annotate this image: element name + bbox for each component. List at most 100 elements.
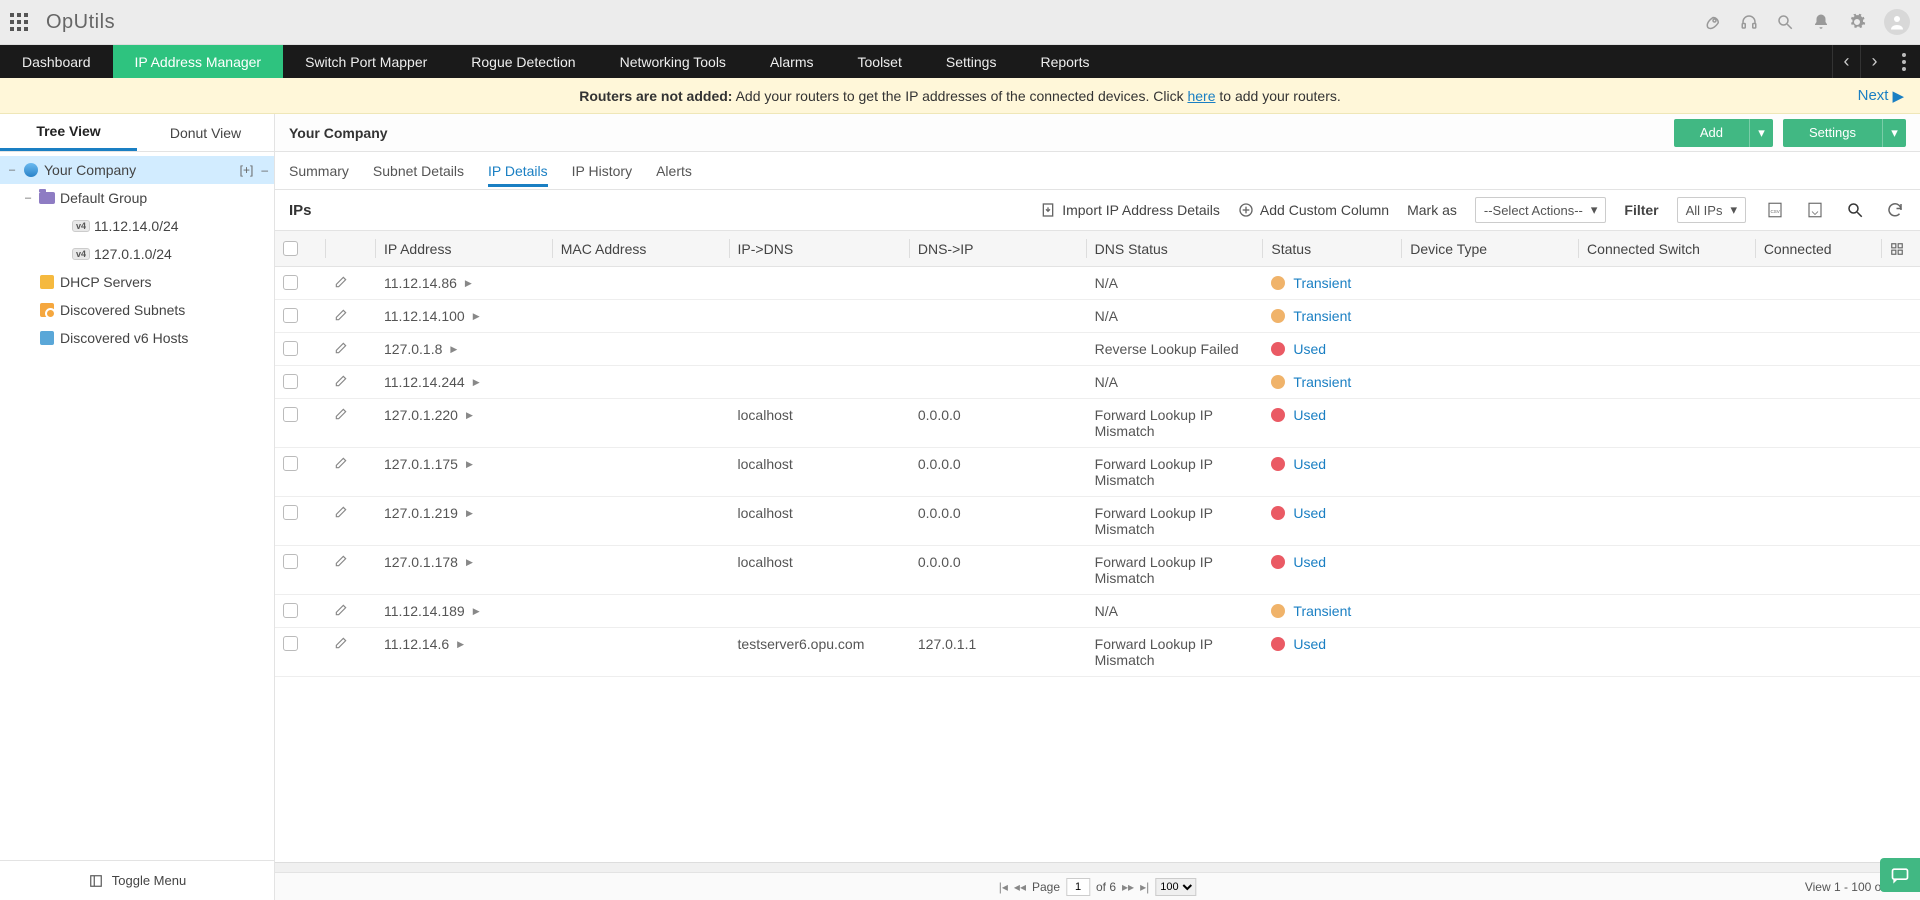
nav-item-reports[interactable]: Reports: [1018, 45, 1111, 78]
chat-fab-icon[interactable]: [1880, 858, 1920, 892]
nav-item-settings[interactable]: Settings: [924, 45, 1019, 78]
row-checkbox[interactable]: [283, 636, 298, 651]
gear-icon[interactable]: [1848, 13, 1866, 31]
nav-more-icon[interactable]: [1888, 45, 1920, 78]
column-header[interactable]: MAC Address: [553, 231, 730, 267]
settings-button[interactable]: Settings: [1783, 119, 1882, 147]
pager-size-select[interactable]: 100: [1155, 878, 1196, 896]
tree-item[interactable]: DHCP Servers: [0, 268, 274, 296]
tree-action[interactable]: [+]: [240, 163, 254, 177]
user-avatar[interactable]: [1884, 9, 1910, 35]
column-header[interactable]: IP Address: [376, 231, 553, 267]
pager-last-icon[interactable]: ▸|: [1140, 880, 1149, 894]
nav-item-switch-port-mapper[interactable]: Switch Port Mapper: [283, 45, 449, 78]
row-checkbox[interactable]: [283, 505, 298, 520]
tab-donut-view[interactable]: Donut View: [137, 114, 274, 151]
edit-icon[interactable]: [334, 374, 369, 388]
export-csv-icon[interactable]: CSV: [1764, 199, 1786, 221]
select-actions-dropdown[interactable]: --Select Actions--▾: [1475, 197, 1607, 223]
add-column-button[interactable]: Add Custom Column: [1238, 202, 1389, 218]
subtab-summary[interactable]: Summary: [289, 155, 349, 187]
notice-link[interactable]: here: [1187, 88, 1215, 104]
status-link[interactable]: Used: [1293, 341, 1326, 357]
search-icon[interactable]: [1776, 13, 1794, 31]
status-link[interactable]: Transient: [1293, 275, 1351, 291]
row-checkbox[interactable]: [283, 407, 298, 422]
column-header[interactable]: DNS->IP: [910, 231, 1087, 267]
nav-item-dashboard[interactable]: Dashboard: [0, 45, 113, 78]
column-header[interactable]: DNS Status: [1087, 231, 1264, 267]
bell-icon[interactable]: [1812, 13, 1830, 31]
column-header[interactable]: IP->DNS: [730, 231, 910, 267]
nav-prev-icon[interactable]: ‹: [1832, 45, 1860, 78]
subtab-alerts[interactable]: Alerts: [656, 155, 692, 187]
tree-item[interactable]: Discovered v6 Hosts: [0, 324, 274, 352]
row-checkbox[interactable]: [283, 554, 298, 569]
export-pdf-icon[interactable]: [1804, 199, 1826, 221]
row-checkbox[interactable]: [283, 603, 298, 618]
rocket-icon[interactable]: [1704, 13, 1722, 31]
nav-item-toolset[interactable]: Toolset: [836, 45, 924, 78]
status-link[interactable]: Used: [1293, 505, 1326, 521]
column-header[interactable]: Device Type: [1402, 231, 1579, 267]
tree-toggle-icon[interactable]: –: [22, 192, 34, 204]
status-link[interactable]: Used: [1293, 554, 1326, 570]
edit-icon[interactable]: [334, 505, 369, 519]
horizontal-scrollbar[interactable]: [275, 862, 1920, 872]
ip-cell[interactable]: 127.0.1.220▶: [384, 407, 545, 423]
toggle-menu-button[interactable]: Toggle Menu: [0, 860, 274, 900]
ip-cell[interactable]: 127.0.1.178▶: [384, 554, 545, 570]
edit-icon[interactable]: [334, 407, 369, 421]
column-header[interactable]: Status: [1263, 231, 1402, 267]
pager-first-icon[interactable]: |◂: [999, 880, 1008, 894]
row-checkbox[interactable]: [283, 275, 298, 290]
table-search-icon[interactable]: [1844, 199, 1866, 221]
row-checkbox[interactable]: [283, 308, 298, 323]
notice-next-button[interactable]: Next▶: [1858, 87, 1904, 105]
row-checkbox[interactable]: [283, 456, 298, 471]
edit-icon[interactable]: [334, 456, 369, 470]
edit-icon[interactable]: [334, 341, 369, 355]
tree-item[interactable]: Discovered Subnets: [0, 296, 274, 324]
column-settings-icon[interactable]: [1882, 231, 1920, 267]
edit-icon[interactable]: [334, 636, 369, 650]
status-link[interactable]: Transient: [1293, 308, 1351, 324]
subtab-ip-details[interactable]: IP Details: [488, 155, 548, 187]
status-link[interactable]: Used: [1293, 407, 1326, 423]
ip-cell[interactable]: 127.0.1.8▶: [384, 341, 545, 357]
nav-item-ip-address-manager[interactable]: IP Address Manager: [113, 45, 284, 78]
refresh-icon[interactable]: [1884, 199, 1906, 221]
row-checkbox[interactable]: [283, 341, 298, 356]
edit-icon[interactable]: [334, 603, 369, 617]
ip-cell[interactable]: 11.12.14.86▶: [384, 275, 545, 291]
add-button[interactable]: Add: [1674, 119, 1749, 147]
nav-item-rogue-detection[interactable]: Rogue Detection: [449, 45, 597, 78]
ip-cell[interactable]: 11.12.14.189▶: [384, 603, 545, 619]
pager-next-icon[interactable]: ▸▸: [1122, 880, 1134, 894]
tree-item[interactable]: –Your Company[+]–: [0, 156, 274, 184]
ip-cell[interactable]: 127.0.1.219▶: [384, 505, 545, 521]
tree-action[interactable]: –: [261, 163, 268, 177]
headset-icon[interactable]: [1740, 13, 1758, 31]
nav-item-alarms[interactable]: Alarms: [748, 45, 836, 78]
apps-launcher-icon[interactable]: [10, 13, 28, 31]
status-link[interactable]: Used: [1293, 456, 1326, 472]
ip-cell[interactable]: 11.12.14.6▶: [384, 636, 545, 652]
filter-dropdown[interactable]: All IPs▾: [1677, 197, 1746, 223]
subtab-ip-history[interactable]: IP History: [572, 155, 632, 187]
ip-cell[interactable]: 11.12.14.244▶: [384, 374, 545, 390]
tree-toggle-icon[interactable]: –: [6, 164, 18, 176]
status-link[interactable]: Transient: [1293, 603, 1351, 619]
tree-item[interactable]: v411.12.14.0/24: [0, 212, 274, 240]
edit-icon[interactable]: [334, 554, 369, 568]
column-header[interactable]: Connected: [1756, 231, 1882, 267]
column-header[interactable]: Connected Switch: [1579, 231, 1756, 267]
pager-page-input[interactable]: [1066, 878, 1090, 896]
select-all-checkbox[interactable]: [283, 241, 298, 256]
settings-dropdown-caret[interactable]: ▾: [1882, 119, 1906, 147]
nav-item-networking-tools[interactable]: Networking Tools: [598, 45, 748, 78]
tab-tree-view[interactable]: Tree View: [0, 114, 137, 151]
pager-prev-icon[interactable]: ◂◂: [1014, 880, 1026, 894]
row-checkbox[interactable]: [283, 374, 298, 389]
add-dropdown-caret[interactable]: ▾: [1749, 119, 1773, 147]
